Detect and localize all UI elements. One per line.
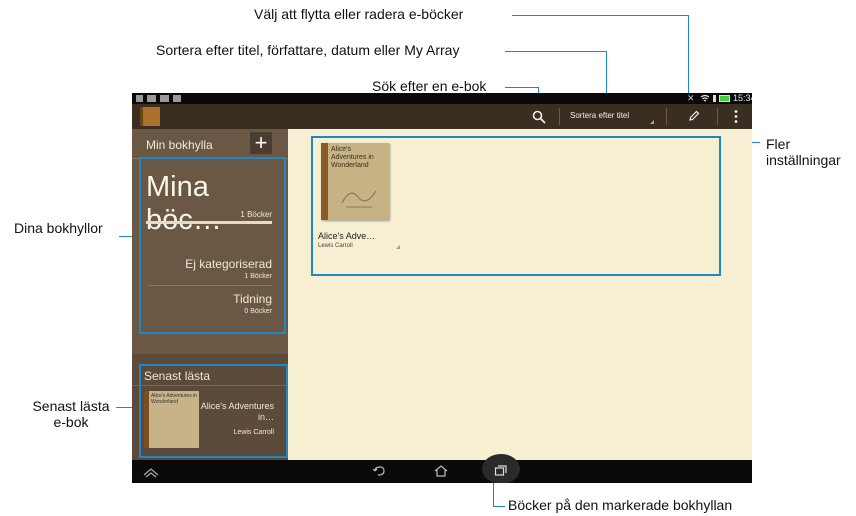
search-icon[interactable]: [532, 110, 546, 124]
callout-line: [512, 15, 688, 16]
battery-icon: [719, 95, 730, 102]
edit-pencil-icon[interactable]: [688, 110, 700, 122]
callout-line: [505, 51, 606, 52]
callout-books: Böcker på den markerade bokhyllan: [508, 497, 733, 513]
recent-apps-icon[interactable]: [494, 464, 508, 477]
overflow-menu-icon[interactable]: [734, 109, 738, 124]
callout-more: Fler inställningar: [766, 136, 841, 168]
status-time: 15:34: [733, 93, 752, 103]
callout-line: [493, 506, 505, 507]
add-shelf-button[interactable]: +: [250, 132, 272, 154]
callout-sort: Sortera efter titel, författare, datum e…: [156, 42, 460, 58]
callout-line: [505, 87, 538, 88]
callout-recent: Senast lästa e-bok: [32, 398, 110, 430]
divider: [666, 108, 667, 125]
shelves-highlight: [139, 157, 286, 334]
books-highlight: [311, 136, 721, 276]
notification-icon: [160, 95, 169, 102]
divider: [717, 108, 718, 125]
dropdown-arrow-icon: [650, 120, 654, 124]
action-bar: Sortera efter titel: [132, 104, 752, 129]
status-bar: ✕ 15:34: [132, 93, 752, 104]
sort-dropdown[interactable]: Sortera efter titel: [570, 111, 629, 120]
divider: [559, 108, 560, 125]
home-up-icon[interactable]: [142, 466, 160, 478]
callout-search: Sök efter en e-bok: [372, 78, 487, 94]
callout-shelves: Dina bokhyllor: [14, 220, 103, 236]
notification-icon: [136, 95, 143, 102]
wifi-icon: [700, 94, 710, 102]
sidebar-title: Min bokhylla: [146, 138, 213, 152]
app-logo-icon[interactable]: [140, 107, 160, 126]
notification-icon: [173, 95, 181, 102]
home-icon[interactable]: [433, 464, 449, 478]
callout-move-delete: Välj att flytta eller radera e-böcker: [254, 6, 464, 22]
back-icon[interactable]: [372, 465, 386, 477]
signal-icon: [713, 95, 716, 102]
navigation-bar: [132, 454, 752, 483]
mute-icon: ✕: [687, 93, 695, 103]
recent-highlight: [139, 364, 288, 458]
notification-icon: [147, 95, 156, 102]
